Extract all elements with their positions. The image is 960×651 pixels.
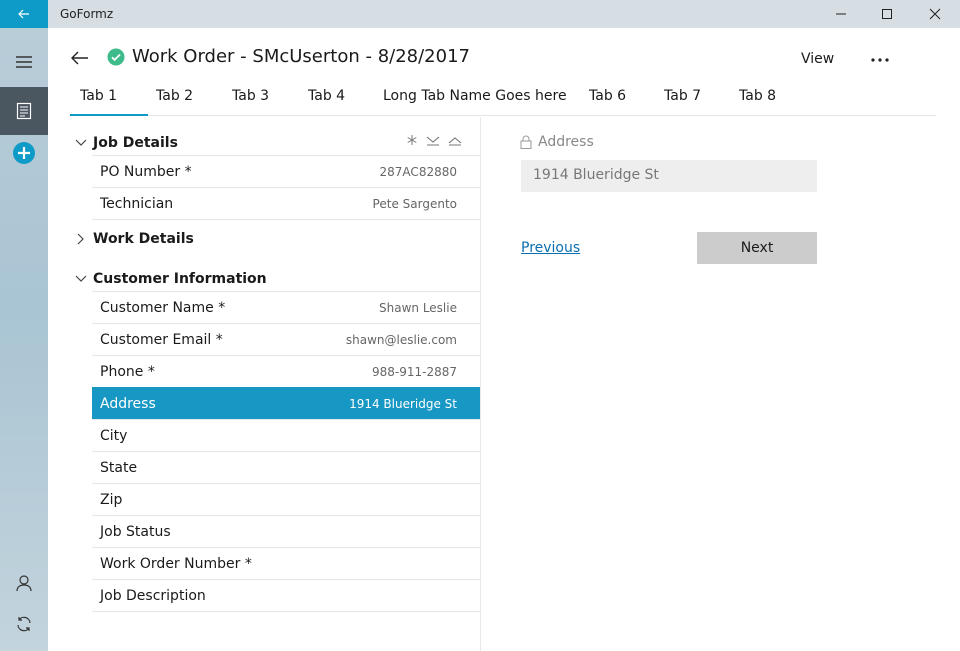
check-circle-icon <box>107 48 125 66</box>
field-row[interactable]: State <box>92 451 480 483</box>
chevron-right-icon <box>70 233 92 245</box>
tab-6[interactable]: Tab 6 <box>589 88 626 104</box>
field-row[interactable]: PO Number * 287AC82880 <box>92 155 480 187</box>
nav-forms-button[interactable] <box>0 87 48 135</box>
tab-7[interactable]: Tab 7 <box>664 88 701 104</box>
add-form-button[interactable] <box>0 129 48 177</box>
detail-label-text: Address <box>538 134 594 150</box>
active-tab-indicator <box>70 114 148 116</box>
next-button[interactable]: Next <box>697 232 817 264</box>
field-value: Pete Sargento <box>372 196 457 211</box>
chevron-down-icon <box>70 275 92 283</box>
field-row[interactable]: Zip <box>92 483 480 515</box>
close-icon <box>929 8 941 20</box>
tab-3[interactable]: Tab 3 <box>232 88 269 104</box>
field-label: PO Number * <box>100 163 192 180</box>
title-back-button[interactable] <box>0 0 48 28</box>
field-row[interactable]: Job Status <box>92 515 480 547</box>
section-title: Customer Information <box>93 271 267 287</box>
field-label: City <box>100 427 128 444</box>
hamburger-menu-button[interactable] <box>0 38 48 86</box>
chevron-down-icon <box>70 139 92 147</box>
field-row[interactable]: Technician Pete Sargento <box>92 187 480 219</box>
expand-all-icon[interactable] <box>448 134 462 146</box>
title-bar: GoFormz <box>0 0 960 28</box>
close-window-button[interactable] <box>912 0 958 28</box>
add-circle-icon <box>13 142 35 164</box>
section-tools <box>406 134 462 146</box>
tab-bar: Tab 1 Tab 2 Tab 3 Tab 4 Long Tab Name Go… <box>70 86 936 116</box>
field-label: Job Description <box>100 587 206 604</box>
field-value: 1914 Blueridge St <box>349 396 457 411</box>
collapse-all-icon[interactable] <box>426 134 440 146</box>
row-divider <box>92 611 480 612</box>
sync-icon <box>17 616 31 632</box>
field-value: shawn@leslie.com <box>345 332 457 347</box>
nav-rail <box>0 28 48 651</box>
section-work-details[interactable]: Work Details <box>70 226 480 252</box>
section-title: Job Details <box>93 135 178 151</box>
field-row-selected[interactable]: Address 1914 Blueridge St <box>92 387 480 419</box>
previous-link[interactable]: Previous <box>521 240 580 256</box>
field-label: Address <box>100 395 156 412</box>
back-arrow-icon <box>71 51 88 65</box>
field-row[interactable]: City <box>92 419 480 451</box>
field-label: Phone * <box>100 363 155 380</box>
section-customer-information[interactable]: Customer Information <box>70 266 480 292</box>
minimize-icon <box>836 13 846 15</box>
tab-4[interactable]: Tab 4 <box>308 88 345 104</box>
field-row[interactable]: Phone * 988-911-2887 <box>92 355 480 387</box>
asterisk-filter-icon[interactable] <box>406 134 418 146</box>
address-field-readonly: 1914 Blueridge St <box>521 160 817 192</box>
pane-divider <box>480 117 481 651</box>
tab-long-name[interactable]: Long Tab Name Goes here <box>383 88 567 104</box>
tab-1[interactable]: Tab 1 <box>80 88 117 104</box>
sync-button[interactable] <box>0 600 48 648</box>
more-options-button[interactable] <box>866 48 894 72</box>
tab-2[interactable]: Tab 2 <box>156 88 193 104</box>
field-value: Shawn Leslie <box>379 300 457 315</box>
ellipsis-icon <box>871 58 889 62</box>
tab-8[interactable]: Tab 8 <box>739 88 776 104</box>
maximize-icon <box>882 9 892 19</box>
view-button[interactable]: View <box>801 51 834 67</box>
minimize-button[interactable] <box>818 0 864 28</box>
field-row[interactable]: Work Order Number * <box>92 547 480 579</box>
lock-icon <box>520 135 532 149</box>
field-label: Zip <box>100 491 123 508</box>
field-row[interactable]: Customer Name * Shawn Leslie <box>92 291 480 323</box>
field-label: Work Order Number * <box>100 555 252 572</box>
row-divider <box>92 219 480 220</box>
app-title: GoFormz <box>60 7 114 21</box>
hamburger-menu-icon <box>16 56 32 68</box>
section-job-details[interactable]: Job Details <box>70 130 480 156</box>
detail-field-label: Address <box>520 134 594 150</box>
section-title: Work Details <box>93 231 194 247</box>
back-button[interactable] <box>66 44 94 72</box>
field-row[interactable]: Customer Email * shawn@leslie.com <box>92 323 480 355</box>
field-value: 287AC82880 <box>379 164 457 179</box>
field-label: Customer Email * <box>100 331 223 348</box>
field-row[interactable]: Job Description <box>92 579 480 611</box>
field-label: Technician <box>100 195 174 212</box>
forms-icon <box>16 102 32 120</box>
field-value: 988-911-2887 <box>371 364 457 379</box>
page-title: Work Order - SMcUserton - 8/28/2017 <box>132 46 470 67</box>
maximize-button[interactable] <box>864 0 910 28</box>
back-arrow-icon <box>18 9 29 19</box>
field-label: State <box>100 459 138 476</box>
user-icon <box>16 575 32 592</box>
field-label: Job Status <box>100 523 171 540</box>
field-label: Customer Name * <box>100 299 226 316</box>
